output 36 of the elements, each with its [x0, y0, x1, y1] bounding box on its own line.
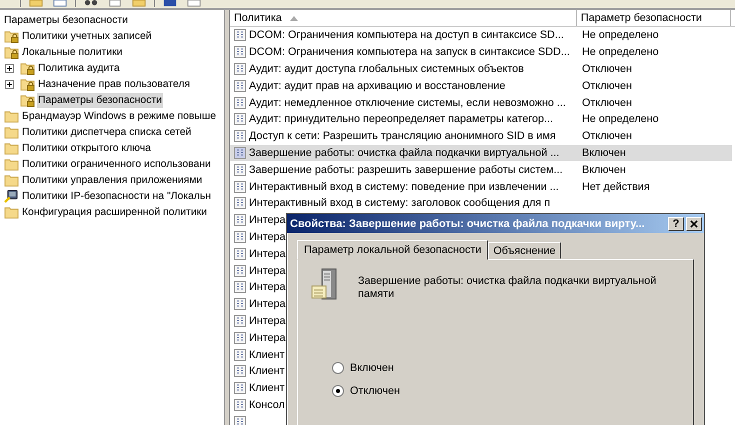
policy-name: Интера	[249, 214, 286, 226]
policy-name: Интера	[249, 298, 286, 310]
policy-description: Завершение работы: очистка файла подкачки виртуальной памяти	[358, 274, 658, 301]
policy-name: Клиент	[249, 348, 285, 361]
policy-name: Интерактивный вход в систему: поведение при извлечении ...	[249, 180, 559, 193]
policy-name: Интера	[249, 230, 286, 243]
policy-name: DCOM: Ограничения компьютера на запуск в синтаксисе SDD...	[249, 46, 570, 58]
policy-name: Завершение работы: очистка файла подкачки виртуальной ...	[249, 146, 560, 159]
policy-name: Аудит: принудительно переопределяет параметры категор...	[249, 113, 554, 126]
policy-name: Аудит: немедленное отключение системы, если невозможно ...	[249, 96, 566, 109]
policy-name: Доступ к сети: Разрешить трансляцию анонимного SID в имя	[249, 130, 556, 142]
policy-setting: Нет действия	[582, 180, 650, 193]
policy-setting: Не определено	[582, 29, 659, 42]
column-title: Политика	[234, 12, 282, 24]
policy-name: Интера	[249, 332, 286, 344]
policy-name: Интерактивный вход в систему: заголовок сообщения для п	[249, 197, 550, 210]
policy-setting: Отключен	[582, 96, 632, 109]
policy-name: Аудит: аудит прав на архивацию и восстановление	[249, 80, 506, 92]
policy-setting: Отключен	[582, 80, 632, 92]
policy-setting: Отключен	[582, 130, 632, 142]
dialog-title: Свойства: Завершение работы: очистка файла подкачки вирту...	[290, 218, 646, 230]
policy-name: Интера	[249, 264, 286, 277]
policy-name: Завершение работы: разрешить завершение работы систем...	[249, 164, 563, 176]
policy-setting: Включен	[582, 146, 626, 159]
policy-name: Интера	[249, 314, 286, 327]
policy-setting: Отключен	[582, 62, 632, 75]
policy-name: Интера	[249, 248, 286, 260]
policy-setting: Включен	[582, 164, 626, 176]
policy-name: DCOM: Ограничения компьютера на доступ в синтаксисе SD...	[249, 29, 564, 42]
policy-name: Клиент	[249, 382, 285, 394]
policy-setting: Не определено	[582, 113, 659, 126]
policy-name: Клиент	[249, 365, 285, 378]
policy-setting: Не определено	[582, 46, 659, 58]
policy-name: Аудит: аудит доступа глобальных системных объектов	[249, 62, 524, 75]
policy-name: Консол	[249, 398, 285, 411]
policy-name: Интера	[249, 281, 286, 294]
